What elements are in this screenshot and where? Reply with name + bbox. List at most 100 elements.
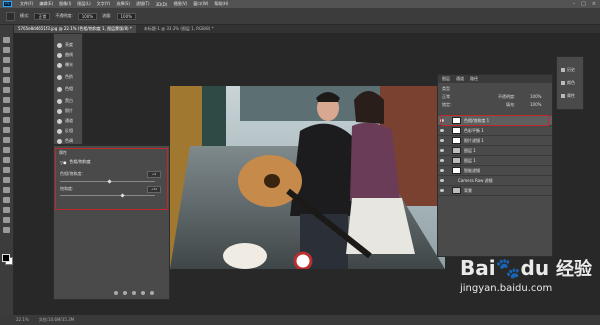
clip-icon[interactable] [114, 291, 118, 295]
adjustment-item[interactable]: 亮度 [57, 42, 73, 48]
menu-layer[interactable]: 图层(L) [77, 1, 90, 7]
menu-3d[interactable]: 3D(D) [156, 2, 168, 7]
adjustment-item[interactable]: 色调 [57, 138, 73, 144]
zoom-tool-icon[interactable] [3, 227, 10, 233]
delete-icon[interactable] [150, 291, 154, 295]
exposure-icon [57, 62, 62, 68]
eye-icon[interactable] [440, 159, 444, 162]
eye-icon[interactable] [440, 149, 444, 152]
move-tool-icon[interactable] [3, 37, 10, 43]
saturation-value[interactable]: +32 [147, 186, 161, 193]
visibility-icon[interactable] [141, 291, 145, 295]
hue-value[interactable]: +9 [147, 171, 161, 178]
layer-thumbnail[interactable] [452, 147, 461, 154]
brush-tool-icon[interactable] [3, 107, 10, 113]
layer-row[interactable]: 图层 1 [438, 156, 552, 166]
adjustment-item[interactable]: 色相 [57, 86, 73, 92]
view-previous-icon[interactable] [123, 291, 127, 295]
blend-mode-select[interactable]: 正常 [442, 94, 450, 100]
eye-icon[interactable] [440, 169, 444, 172]
reset-icon[interactable] [132, 291, 136, 295]
menu-image[interactable]: 图像(I) [59, 1, 71, 7]
adjustment-item[interactable]: 照片 [57, 108, 73, 114]
menu-file[interactable]: 文件(F) [20, 1, 33, 7]
ps-logo: Ps [3, 1, 12, 7]
menu-filter[interactable]: 滤镜(T) [136, 1, 150, 7]
minimize-icon[interactable]: – [573, 1, 576, 7]
tab-channels[interactable]: 通道 [456, 76, 464, 82]
eyedropper-tool-icon[interactable] [3, 87, 10, 93]
gradient-tool-icon[interactable] [3, 147, 10, 153]
adjustment-item[interactable]: 黑白 [57, 98, 73, 104]
eye-icon[interactable] [440, 139, 444, 142]
layer-mask-thumbnail[interactable] [452, 137, 461, 144]
hand-tool-icon[interactable] [3, 217, 10, 223]
blur-tool-icon[interactable] [3, 157, 10, 163]
mode-select[interactable]: 正常 [34, 12, 51, 20]
layer-row[interactable]: 背景 [438, 186, 552, 196]
marquee-tool-icon[interactable] [3, 47, 10, 53]
adjustment-item[interactable]: 色阶 [57, 74, 73, 80]
adjustment-item[interactable]: 曝光 [57, 62, 73, 68]
eye-icon[interactable] [440, 129, 444, 132]
stamp-tool-icon[interactable] [3, 117, 10, 123]
history-brush-tool-icon[interactable] [3, 127, 10, 133]
eye-icon[interactable] [440, 179, 444, 182]
saturation-slider-track[interactable] [60, 195, 155, 196]
flow-field[interactable]: 100% [116, 12, 136, 20]
menu-help[interactable]: 帮助(H) [214, 1, 228, 7]
brush-tool-preset[interactable] [6, 11, 15, 21]
tab-layers[interactable]: 图层 [442, 76, 450, 82]
eye-icon[interactable] [440, 189, 444, 192]
tab-document-1[interactable]: 5765e8d4651f3.jpg @ 22.1% (色相/饱和度 1, 图层蒙… [14, 25, 136, 33]
opacity-field[interactable]: 100% [77, 12, 98, 20]
guitar-soundhole [264, 174, 280, 188]
foreground-color-swatch[interactable] [2, 254, 10, 262]
tab-document-2[interactable]: 未标题-1 @ 33.3% (图层 1, RGB/8) * [140, 25, 218, 33]
layer-row[interactable]: 图层 1 [438, 146, 552, 156]
adjustment-item[interactable]: 反相 [57, 128, 73, 134]
quick-select-tool-icon[interactable] [3, 67, 10, 73]
menu-edit[interactable]: 编辑(E) [39, 1, 53, 7]
pen-tool-icon[interactable] [3, 177, 10, 183]
layer-thumbnail[interactable] [452, 157, 461, 164]
mini-panel-item[interactable]: 属性 [561, 93, 575, 99]
path-select-tool-icon[interactable] [3, 197, 10, 203]
mini-panel-item[interactable]: 历史 [561, 67, 575, 73]
paw-icon: 🐾 [495, 256, 521, 280]
layer-thumbnail[interactable] [452, 187, 461, 194]
eraser-tool-icon[interactable] [3, 137, 10, 143]
scooter-badge [293, 251, 313, 269]
maximize-icon[interactable]: □ [581, 1, 586, 7]
image-canvas[interactable] [170, 86, 445, 269]
layer-row[interactable]: Camera Raw 滤镜 [438, 176, 552, 186]
hue-sat-icon: ▽◼ [60, 159, 67, 165]
menu-type[interactable]: 文字(Y) [97, 1, 111, 7]
crop-tool-icon[interactable] [3, 77, 10, 83]
kind-filter[interactable]: 类型 [442, 86, 450, 92]
dodge-tool-icon[interactable] [3, 167, 10, 173]
menu-view[interactable]: 视图(V) [173, 1, 187, 7]
mini-panel: 历史 颜色 属性 [556, 56, 584, 110]
zoom-level[interactable]: 22.1% [16, 315, 29, 325]
layer-row[interactable]: 照片滤镜 1 [438, 136, 552, 146]
shape-tool-icon[interactable] [3, 207, 10, 213]
layer-row[interactable]: 智能滤镜 [438, 166, 552, 176]
adjustment-item[interactable]: 曲线 [57, 52, 73, 58]
close-icon[interactable]: × [592, 1, 596, 7]
menu-select[interactable]: 选择(S) [116, 1, 130, 7]
mini-panel-item[interactable]: 颜色 [561, 80, 575, 86]
smart-filter-thumbnail[interactable] [452, 167, 461, 174]
lasso-tool-icon[interactable] [3, 57, 10, 63]
healing-tool-icon[interactable] [3, 97, 10, 103]
menu-window[interactable]: 窗口(W) [193, 1, 208, 7]
layer-opacity-field[interactable]: 100% [530, 94, 541, 99]
layer-mask-thumbnail[interactable] [452, 127, 461, 134]
type-tool-icon[interactable] [3, 187, 10, 193]
adjustment-item[interactable]: 通道 [57, 118, 73, 124]
fill-field[interactable]: 100% [530, 102, 541, 107]
adjustments-panel: 亮度 曲线 曝光 色阶 色相 黑白 照片 通道 反相 色调 [53, 33, 83, 145]
tab-paths[interactable]: 路径 [470, 76, 478, 82]
fill-label: 填充: [506, 102, 516, 107]
layer-row[interactable]: 色彩平衡 1 [438, 126, 552, 136]
